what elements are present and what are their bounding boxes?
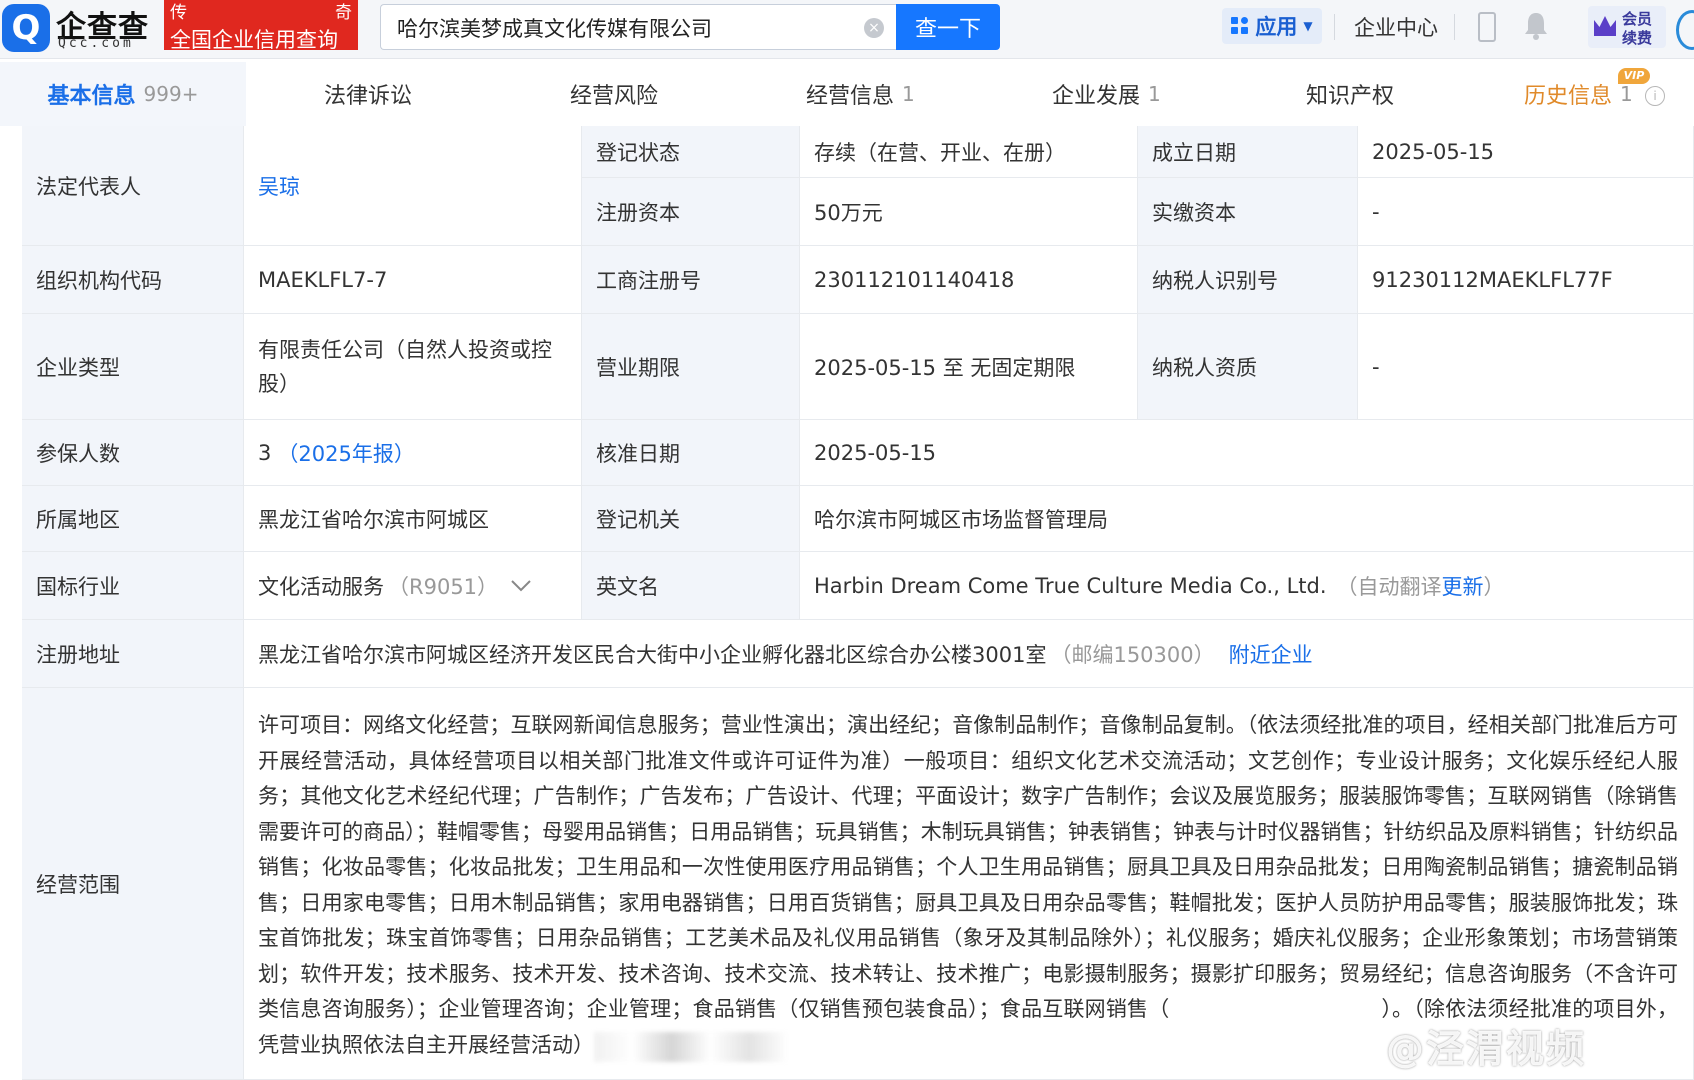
postcode: （邮编150300）: [1050, 642, 1215, 667]
chevron-down-icon[interactable]: [510, 579, 532, 593]
approval-date-label: 核准日期: [582, 420, 800, 486]
tab-bar: 基本信息 999+ 法律诉讼 经营风险 经营信息 1 企业发展 1 知识产权 历…: [0, 62, 1694, 127]
address-value: 黑龙江省哈尔滨市阿城区经济开发区民合大街中小企业孵化器北区综合办公楼3001室: [258, 642, 1047, 667]
qcc-logo-icon[interactable]: Q: [2, 4, 50, 52]
top-header: Q 企查查 Qcc.com 传 奇 全国企业信用查询 × 查一下 应用 ▼ 企业…: [0, 0, 1694, 59]
translate-update-link[interactable]: 更新: [1442, 571, 1484, 601]
authority-label: 登记机关: [582, 486, 800, 552]
header-divider: [1334, 14, 1335, 40]
tab-count: 1: [1148, 82, 1161, 106]
company-type-value: 有限责任公司（自然人投资或控股）: [244, 314, 582, 420]
auto-translate-prefix: （自动翻译: [1336, 574, 1442, 599]
banner-right-char: 奇: [335, 3, 352, 23]
info-icon[interactable]: i: [1645, 86, 1665, 106]
tab-label: 基本信息: [47, 84, 136, 109]
chevron-down-icon: ▼: [1303, 19, 1313, 33]
bell-icon[interactable]: [1522, 10, 1550, 42]
paid-capital-label: 实缴资本: [1138, 178, 1358, 246]
apps-label: 应用: [1255, 15, 1298, 39]
insured-cell: 3 （2025年报）: [244, 420, 582, 486]
insured-value: 3: [258, 440, 272, 465]
browser-icon[interactable]: [1676, 10, 1694, 50]
address-label: 注册地址: [22, 620, 244, 688]
company-type-label: 企业类型: [22, 314, 244, 420]
vip-line2: 续费: [1622, 29, 1653, 47]
logo-domain: Qcc.com: [58, 36, 134, 51]
enterprise-center-link[interactable]: 企业中心: [1354, 12, 1438, 42]
region-value: 黑龙江省哈尔滨市阿城区: [244, 486, 582, 552]
approval-date-value: 2025-05-15: [800, 420, 1694, 486]
tab-ip[interactable]: 知识产权: [1306, 62, 1394, 126]
reg-status-label: 登记状态: [582, 126, 800, 178]
taxpayer-id-value: 91230112MAEKLFL77F: [1358, 246, 1694, 314]
tab-label: 法律诉讼: [324, 84, 413, 109]
biz-term-label: 营业期限: [582, 314, 800, 420]
banner-left-char: 传: [170, 3, 187, 23]
english-name-label: 英文名: [582, 552, 800, 620]
watermark: @泾渭视频: [1386, 1027, 1587, 1071]
tab-development[interactable]: 企业发展 1: [1052, 62, 1161, 126]
biz-reg-no-label: 工商注册号: [582, 246, 800, 314]
tab-history[interactable]: 历史信息 1: [1524, 62, 1633, 126]
vip-tag: VIP: [1618, 68, 1650, 84]
address-cell: 黑龙江省哈尔滨市阿城区经济开发区民合大街中小企业孵化器北区综合办公楼3001室 …: [244, 620, 1694, 688]
founded-value: 2025-05-15: [1358, 126, 1694, 178]
scope-value: 许可项目：网络文化经营；互联网新闻信息服务；营业性演出；演出经纪；音像制品制作；…: [258, 713, 1678, 1057]
auto-translate-suffix: ）: [1483, 574, 1505, 599]
logo-banner: 传 奇 全国企业信用查询: [164, 0, 358, 52]
search-box: ×: [380, 4, 896, 50]
scope-label: 经营范围: [22, 688, 244, 1080]
taxpayer-qual-label: 纳税人资质: [1138, 314, 1358, 420]
vip-renew-button[interactable]: 会员 续费: [1588, 6, 1666, 48]
biz-reg-no-value: 230112101140418: [800, 246, 1138, 314]
apps-grid-icon: [1231, 17, 1249, 35]
paid-capital-value: -: [1358, 178, 1694, 246]
nearby-companies-link[interactable]: 附近企业: [1229, 639, 1313, 669]
tab-basic-info[interactable]: 基本信息 999+: [0, 62, 246, 126]
founded-label: 成立日期: [1138, 126, 1358, 178]
reg-capital-label: 注册资本: [582, 178, 800, 246]
english-name-cell: Harbin Dream Come True Culture Media Co.…: [800, 552, 1694, 620]
english-name-value: Harbin Dream Come True Culture Media Co.…: [814, 573, 1327, 598]
tab-label: 知识产权: [1306, 84, 1395, 109]
phone-icon[interactable]: [1478, 12, 1496, 42]
tab-litigation[interactable]: 法律诉讼: [324, 62, 412, 126]
org-code-label: 组织机构代码: [22, 246, 244, 314]
taxpayer-id-label: 纳税人识别号: [1138, 246, 1358, 314]
tab-label: 经营信息: [806, 84, 895, 109]
clear-icon[interactable]: ×: [864, 18, 884, 38]
vip-line1: 会员: [1622, 10, 1653, 28]
industry-cell: 文化活动服务 （R9051）: [244, 552, 582, 620]
taxpayer-qual-value: -: [1358, 314, 1694, 420]
search-input[interactable]: [395, 12, 839, 44]
tab-business-risk[interactable]: 经营风险: [570, 62, 658, 126]
industry-label: 国标行业: [22, 552, 244, 620]
authority-value: 哈尔滨市阿城区市场监督管理局: [800, 486, 1694, 552]
reg-capital-value: 50万元: [800, 178, 1138, 246]
banner-tagline: 全国企业信用查询: [170, 28, 338, 52]
tab-label: 企业发展: [1052, 84, 1141, 109]
tab-count: 1: [902, 82, 915, 106]
reg-status-value: 存续（在营、开业、在册）: [800, 126, 1138, 178]
table-gutter: [0, 126, 23, 1080]
apps-menu-button[interactable]: 应用 ▼: [1222, 8, 1322, 44]
org-code-value: MAEKLFL7-7: [244, 246, 582, 314]
header-divider: [1454, 14, 1455, 40]
insured-label: 参保人数: [22, 420, 244, 486]
biz-term-value: 2025-05-15 至 无固定期限: [800, 314, 1138, 420]
region-label: 所属地区: [22, 486, 244, 552]
search-button[interactable]: 查一下: [896, 4, 1000, 50]
tab-business-info[interactable]: 经营信息 1: [806, 62, 915, 126]
tab-count: 999+: [143, 82, 199, 106]
industry-value: 文化活动服务: [258, 574, 384, 599]
tab-label: 经营风险: [570, 84, 659, 109]
legal-rep-label: 法定代表人: [22, 126, 244, 246]
industry-code: （R9051）: [388, 574, 499, 599]
tab-label: 历史信息: [1524, 84, 1613, 109]
legal-rep-link[interactable]: 吴琼: [244, 126, 582, 246]
annual-report-link[interactable]: （2025年报）: [277, 438, 414, 468]
crown-icon: [1594, 16, 1616, 36]
tab-count: 1: [1620, 82, 1633, 106]
redacted-text: [594, 1032, 788, 1062]
